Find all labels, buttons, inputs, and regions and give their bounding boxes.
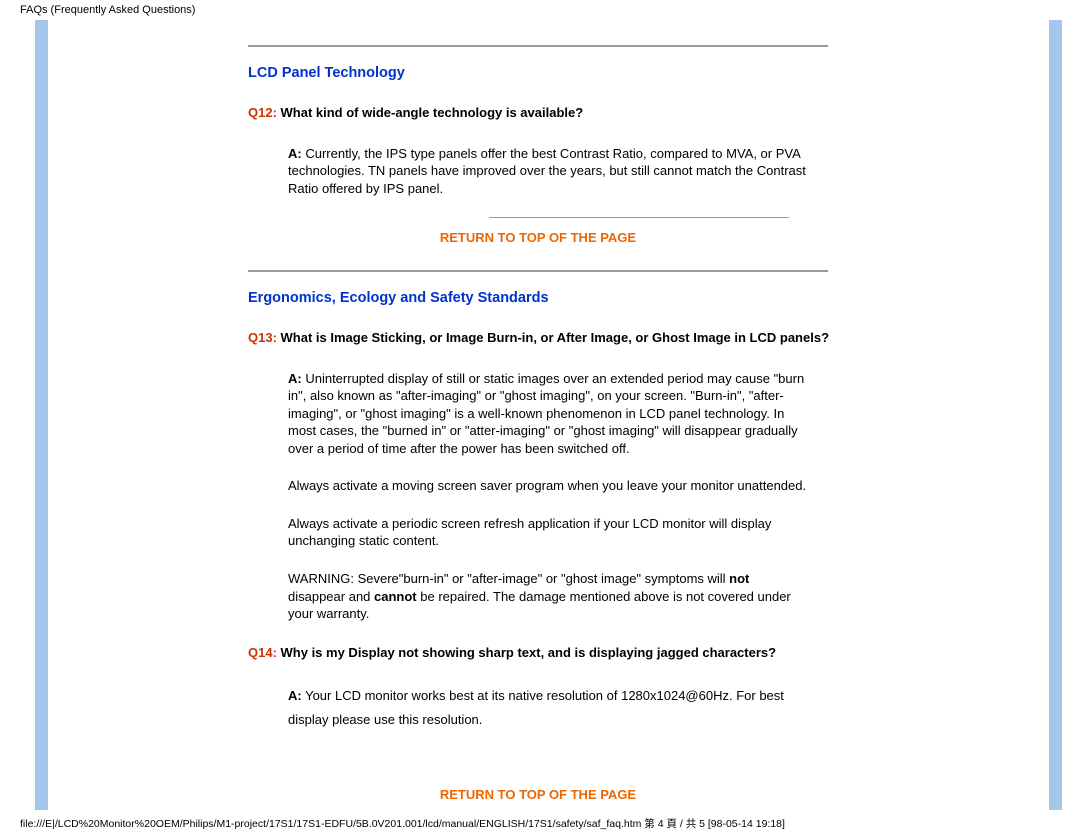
a-letter: A:: [288, 146, 302, 161]
warn-pre: WARNING: Severe"burn-in" or "after-image…: [288, 571, 729, 586]
q12-text: What kind of wide-angle technology is av…: [277, 105, 583, 120]
divider-short: [489, 217, 789, 218]
content-area: LCD Panel Technology Q12: What kind of w…: [48, 20, 1049, 810]
q13-text: What is Image Sticking, or Image Burn-in…: [277, 330, 829, 345]
warn-mid: disappear and: [288, 589, 374, 604]
q14-number: Q14:: [248, 645, 277, 660]
answer-13-p1: A: Uninterrupted display of still or sta…: [288, 370, 808, 458]
answer-14: A: Your LCD monitor works best at its na…: [288, 684, 808, 731]
question-12: Q12: What kind of wide-angle technology …: [248, 103, 1029, 123]
q12-answer-text: Currently, the IPS type panels offer the…: [288, 146, 806, 196]
divider: [248, 270, 828, 272]
return-to-top-link[interactable]: RETURN TO TOP OF THE PAGE: [248, 230, 828, 245]
q13-p1-text: Uninterrupted display of still or static…: [288, 371, 804, 456]
q13-number: Q13:: [248, 330, 277, 345]
section-title-lcd: LCD Panel Technology: [248, 65, 1029, 81]
warn-cannot: cannot: [374, 589, 417, 604]
return-to-top-link[interactable]: RETURN TO TOP OF THE PAGE: [248, 787, 828, 802]
page-body: LCD Panel Technology Q12: What kind of w…: [0, 20, 1080, 810]
divider: [248, 45, 828, 47]
answer-12: A: Currently, the IPS type panels offer …: [288, 145, 808, 198]
section-title-ergonomics: Ergonomics, Ecology and Safety Standards: [248, 290, 1029, 306]
left-margin-bar: [35, 20, 48, 810]
right-margin-bar: [1049, 20, 1062, 810]
answer-13-p3: Always activate a periodic screen refres…: [288, 515, 808, 550]
q14-answer-text: Your LCD monitor works best at its nativ…: [288, 688, 784, 726]
page-footer-path: file:///E|/LCD%20Monitor%20OEM/Philips/M…: [0, 810, 1080, 831]
page-header: FAQs (Frequently Asked Questions): [0, 0, 1080, 20]
a-letter: A:: [288, 688, 302, 703]
question-13: Q13: What is Image Sticking, or Image Bu…: [248, 328, 1029, 348]
warn-not: not: [729, 571, 749, 586]
q12-number: Q12:: [248, 105, 277, 120]
q14-text: Why is my Display not showing sharp text…: [277, 645, 776, 660]
a-letter: A:: [288, 371, 302, 386]
answer-13-p2: Always activate a moving screen saver pr…: [288, 477, 808, 495]
answer-13-warning: WARNING: Severe"burn-in" or "after-image…: [288, 570, 808, 623]
question-14: Q14: Why is my Display not showing sharp…: [248, 643, 1029, 663]
